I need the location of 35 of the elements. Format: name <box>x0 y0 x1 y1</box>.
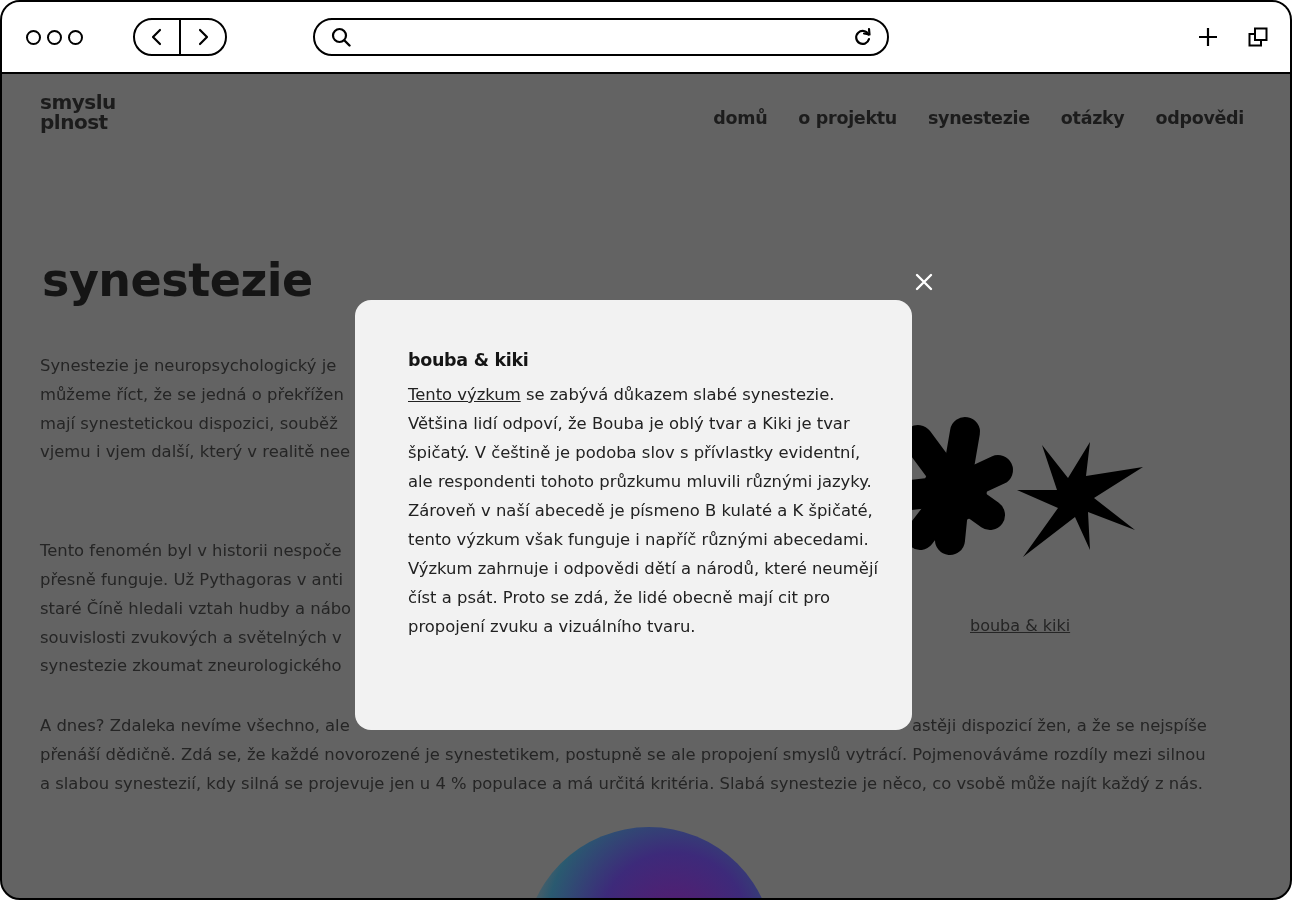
paragraph-line: přesně funguje. Už Pythagoras v anti <box>40 569 344 591</box>
reload-icon <box>853 27 873 47</box>
paragraph-line: A dnes? Zdaleka nevíme všechno, ale <box>40 715 350 738</box>
search-icon <box>331 27 351 47</box>
windows-icon <box>1248 27 1268 47</box>
paragraph-line: staré Číně hledali vztah hudby a nábo <box>40 597 352 620</box>
modal-title: bouba & kiki <box>408 350 530 370</box>
paragraph-line: synestezie zkoumat zneurologického <box>40 655 342 678</box>
page-heading: synestezie <box>42 252 313 308</box>
nav-link[interactable]: synestezie <box>928 108 1030 128</box>
plus-icon <box>1198 27 1218 47</box>
window-dot-icon[interactable] <box>68 29 83 45</box>
research-link[interactable]: Tento výzkum <box>408 385 521 404</box>
paragraph-line: astěji dispozicí žen, a že se nejspíše <box>912 715 1207 738</box>
nav-link[interactable]: odpovědi <box>1155 108 1244 128</box>
paragraph-line: souvislosti zvukových a světelných v <box>40 626 342 649</box>
nav-link[interactable]: otázky <box>1060 108 1125 128</box>
window-dot-icon[interactable] <box>26 29 41 45</box>
address-bar[interactable] <box>313 18 889 56</box>
paragraph-line: Tento fenomén byl v historii nespoče <box>40 540 342 563</box>
figure-caption-link[interactable]: bouba & kiki <box>970 616 1071 635</box>
site-logo[interactable]: smyslu plnost <box>40 92 116 132</box>
back-forward-control[interactable] <box>133 18 227 56</box>
paragraph-line: můžeme říct, že se jedná o překřížen <box>40 383 344 406</box>
paragraph-line: přenáší dědičně. Zdá se, že každé novorozené je synestetikem, postupně se ale propojení smyslů vytrácí. Pojmenováváme rozdíly mezi silnou <box>40 743 1206 766</box>
modal-text: Tento výzkum se zabývá důkazem slabé synestezie. Většina lidí odpoví, že Bouba je oblý tvar a Kiki je tvar špičatý. V češtině je podoba slov s přívlastky evidentní, ale respondenti tohoto průzkumu mluvili různými jazyky. Zároveň v naší abecedě je písmeno B kulaté a K špičaté, tento výzkum však funguje i napříč různými abecedami. Výzkum zahrnuje i odpovědi dětí a národů, které neumějí číst a psát. Proto se zdá, že lidé obecně mají cit pro propojení zvuku a vizuálního tvaru. <box>408 384 878 638</box>
nav-link[interactable]: o projektu <box>798 108 897 128</box>
nav-link[interactable]: domů <box>713 108 768 128</box>
paragraph-line: vjemu i vjem další, který v realitě nee <box>40 441 351 464</box>
paragraph-line: a slabou synestezií, kdy silná se projevuje jen u 4 % populace a má určitá kritéria. Slabá synestezie je něco, co vsobě může najít každý z nás. <box>40 772 1203 795</box>
paragraph-line: mají synestetickou dispozici, souběž <box>40 412 338 435</box>
paragraph-line: Synestezie je neuropsychologický je <box>40 355 337 377</box>
close-icon <box>914 272 934 292</box>
window-dot-icon[interactable] <box>47 29 62 45</box>
close-button[interactable] <box>914 272 934 292</box>
